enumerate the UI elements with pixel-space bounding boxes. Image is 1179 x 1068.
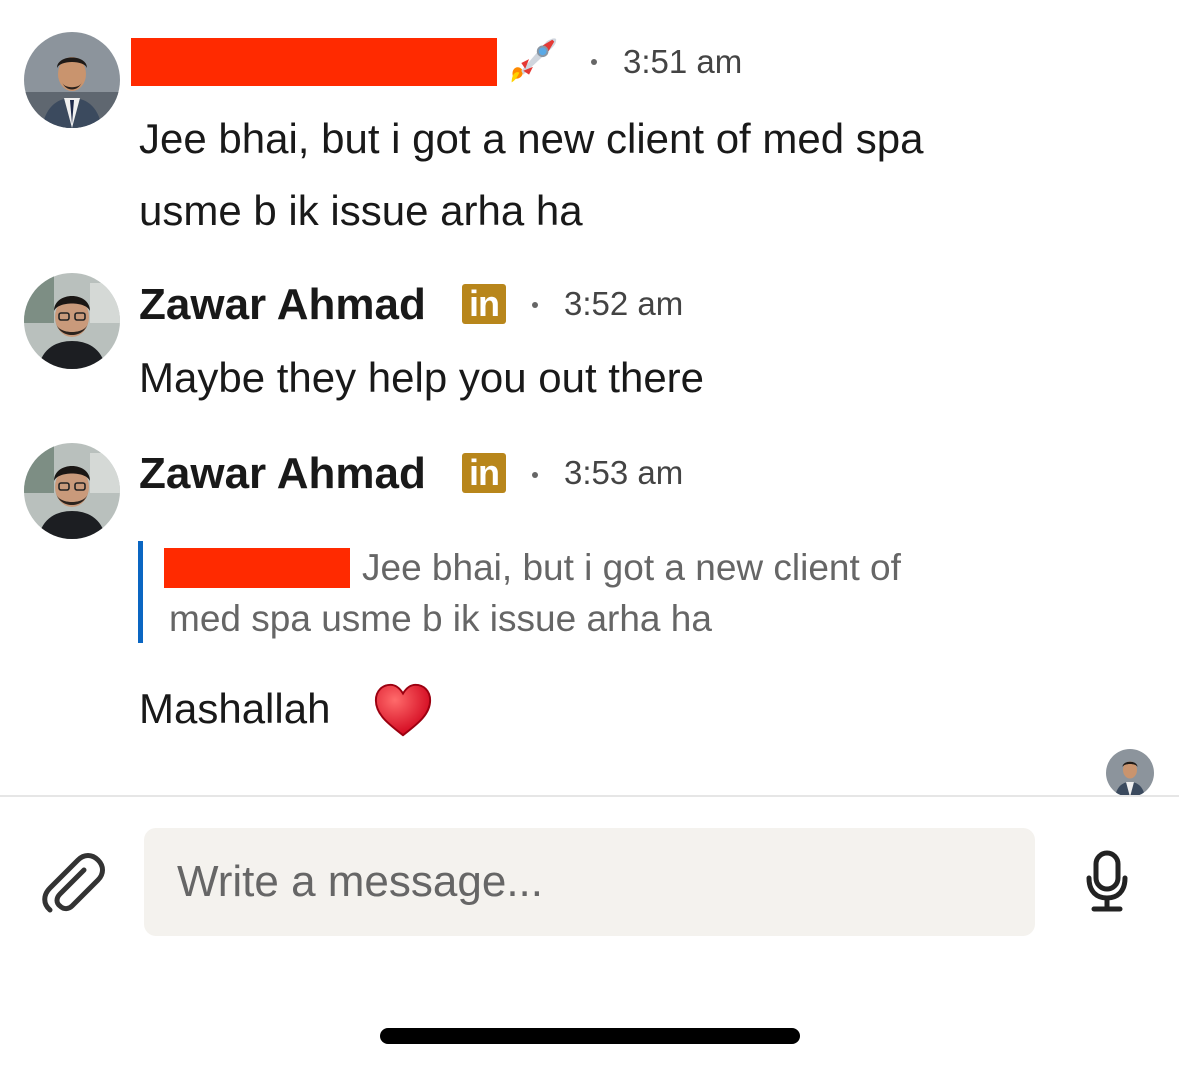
message-timestamp: 3:51 am	[623, 43, 743, 80]
message-input[interactable]	[144, 828, 1035, 936]
linkedin-premium-icon: in	[462, 453, 506, 493]
message-text: Mashallah	[139, 685, 331, 732]
quoted-message-text[interactable]: med spa usme b ik issue arha ha	[169, 594, 712, 644]
meta-separator	[532, 472, 538, 478]
composer-divider	[0, 795, 1179, 797]
home-indicator[interactable]	[380, 1028, 800, 1044]
message-text: Jee bhai, but i got a new client of med …	[139, 115, 924, 162]
red-heart-emoji	[374, 683, 432, 737]
attach-button[interactable]	[38, 850, 108, 916]
rocket-emoji	[511, 38, 557, 83]
voice-message-button[interactable]	[1084, 850, 1130, 914]
microphone-icon	[1086, 850, 1128, 912]
meta-separator	[532, 302, 538, 308]
message-text: Maybe they help you out there	[139, 354, 705, 401]
linkedin-premium-icon: in	[462, 284, 506, 324]
quote-bar	[138, 541, 143, 643]
meta-separator	[591, 59, 597, 65]
sender-name[interactable]: Zawar Ahmad	[139, 452, 426, 496]
sender-avatar[interactable]	[24, 273, 120, 369]
redacted-sender-name	[131, 38, 497, 86]
redacted-quoted-sender	[164, 548, 350, 588]
sender-avatar[interactable]	[24, 443, 120, 539]
message-timestamp: 3:53 am	[564, 454, 684, 491]
sender-name[interactable]: Zawar Ahmad	[139, 283, 426, 327]
message-timestamp: 3:52 am	[564, 285, 684, 322]
quoted-message-text[interactable]: Jee bhai, but i got a new client of	[362, 543, 901, 593]
paperclip-icon	[42, 853, 105, 913]
read-receipt-avatar	[1106, 749, 1154, 797]
sender-avatar[interactable]	[24, 32, 120, 128]
message-text: usme b ik issue arha ha	[139, 187, 583, 234]
